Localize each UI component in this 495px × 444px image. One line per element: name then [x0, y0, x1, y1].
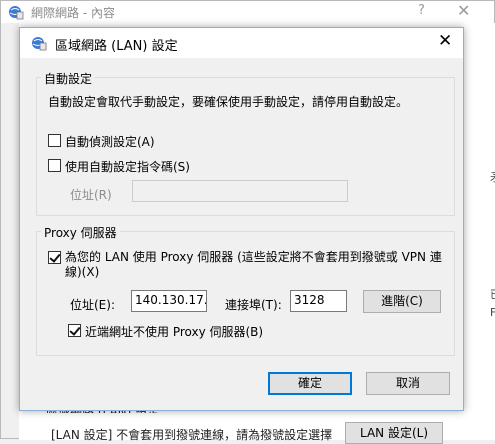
background-right-strip	[467, 23, 495, 440]
proxy-port-label: 連接埠(T):	[225, 298, 282, 312]
auto-detect-checkbox-box[interactable]	[48, 134, 61, 147]
background-titlebar: 網際網路 - 內容 ? ✕	[1, 1, 494, 23]
proxy-address-label: 位址(E):	[70, 298, 115, 312]
background-edge-text: 已	[490, 286, 495, 302]
script-address-input[interactable]	[132, 180, 348, 202]
proxy-port-input[interactable]: 3128	[290, 290, 347, 312]
background-edge-text: 矛	[490, 169, 495, 185]
use-script-checkbox[interactable]: 使用自動設定指令碼(S)	[48, 158, 190, 175]
auto-detect-label: 自動偵測設定(A)	[65, 135, 155, 149]
proxy-group-label: Proxy 伺服器	[41, 224, 120, 241]
use-proxy-checkbox[interactable]: 為您的 LAN 使用 Proxy 伺服器 (這些設定將不會套用到撥號或 VPN …	[48, 250, 445, 280]
lan-settings-button[interactable]: LAN 設定(L)	[345, 422, 443, 444]
lan-settings-dialog: 區域網路 (LAN) 設定 ✕ 自動設定 自動設定會取代手動設定，要確保使用手動…	[19, 27, 464, 411]
auto-config-description: 自動設定會取代手動設定，要確保使用手動設定，請停用自動設定。	[48, 95, 409, 109]
use-script-checkbox-box[interactable]	[48, 159, 61, 172]
dialog-titlebar: 區域網路 (LAN) 設定 ✕	[20, 28, 463, 58]
background-edge-text: F	[490, 306, 495, 319]
background-window-title: 網際網路 - 內容	[31, 6, 115, 20]
bypass-local-label: 近端網址不使用 Proxy 伺服器(B)	[85, 325, 264, 339]
use-proxy-checkbox-box[interactable]	[48, 251, 61, 264]
script-address-label: 位址(R)	[70, 188, 112, 202]
help-icon[interactable]: ?	[418, 3, 425, 18]
background-lan-description: [LAN 設定] 不會套用到撥號連線，請為撥號設定選擇	[51, 428, 333, 442]
ok-button[interactable]: 確定	[268, 372, 352, 395]
cancel-button[interactable]: 取消	[366, 372, 450, 395]
bypass-local-checkbox[interactable]: 近端網址不使用 Proxy 伺服器(B)	[68, 323, 263, 340]
auto-detect-checkbox[interactable]: 自動偵測設定(A)	[48, 133, 155, 150]
internet-options-icon	[32, 37, 47, 51]
advanced-button[interactable]: 進階(C)	[363, 290, 441, 313]
bypass-local-checkbox-box[interactable]	[68, 324, 81, 337]
use-script-label: 使用自動設定指令碼(S)	[65, 160, 190, 174]
background-close-icon[interactable]: ✕	[457, 1, 470, 20]
auto-config-group-label: 自動設定	[41, 70, 96, 87]
use-proxy-label: 為您的 LAN 使用 Proxy 伺服器 (這些設定將不會套用到撥號或 VPN …	[65, 250, 442, 279]
internet-options-icon	[9, 6, 24, 20]
proxy-address-input[interactable]: 140.130.17.4	[131, 290, 207, 312]
dialog-title: 區域網路 (LAN) 設定	[55, 39, 178, 54]
close-icon[interactable]: ✕	[438, 31, 452, 51]
